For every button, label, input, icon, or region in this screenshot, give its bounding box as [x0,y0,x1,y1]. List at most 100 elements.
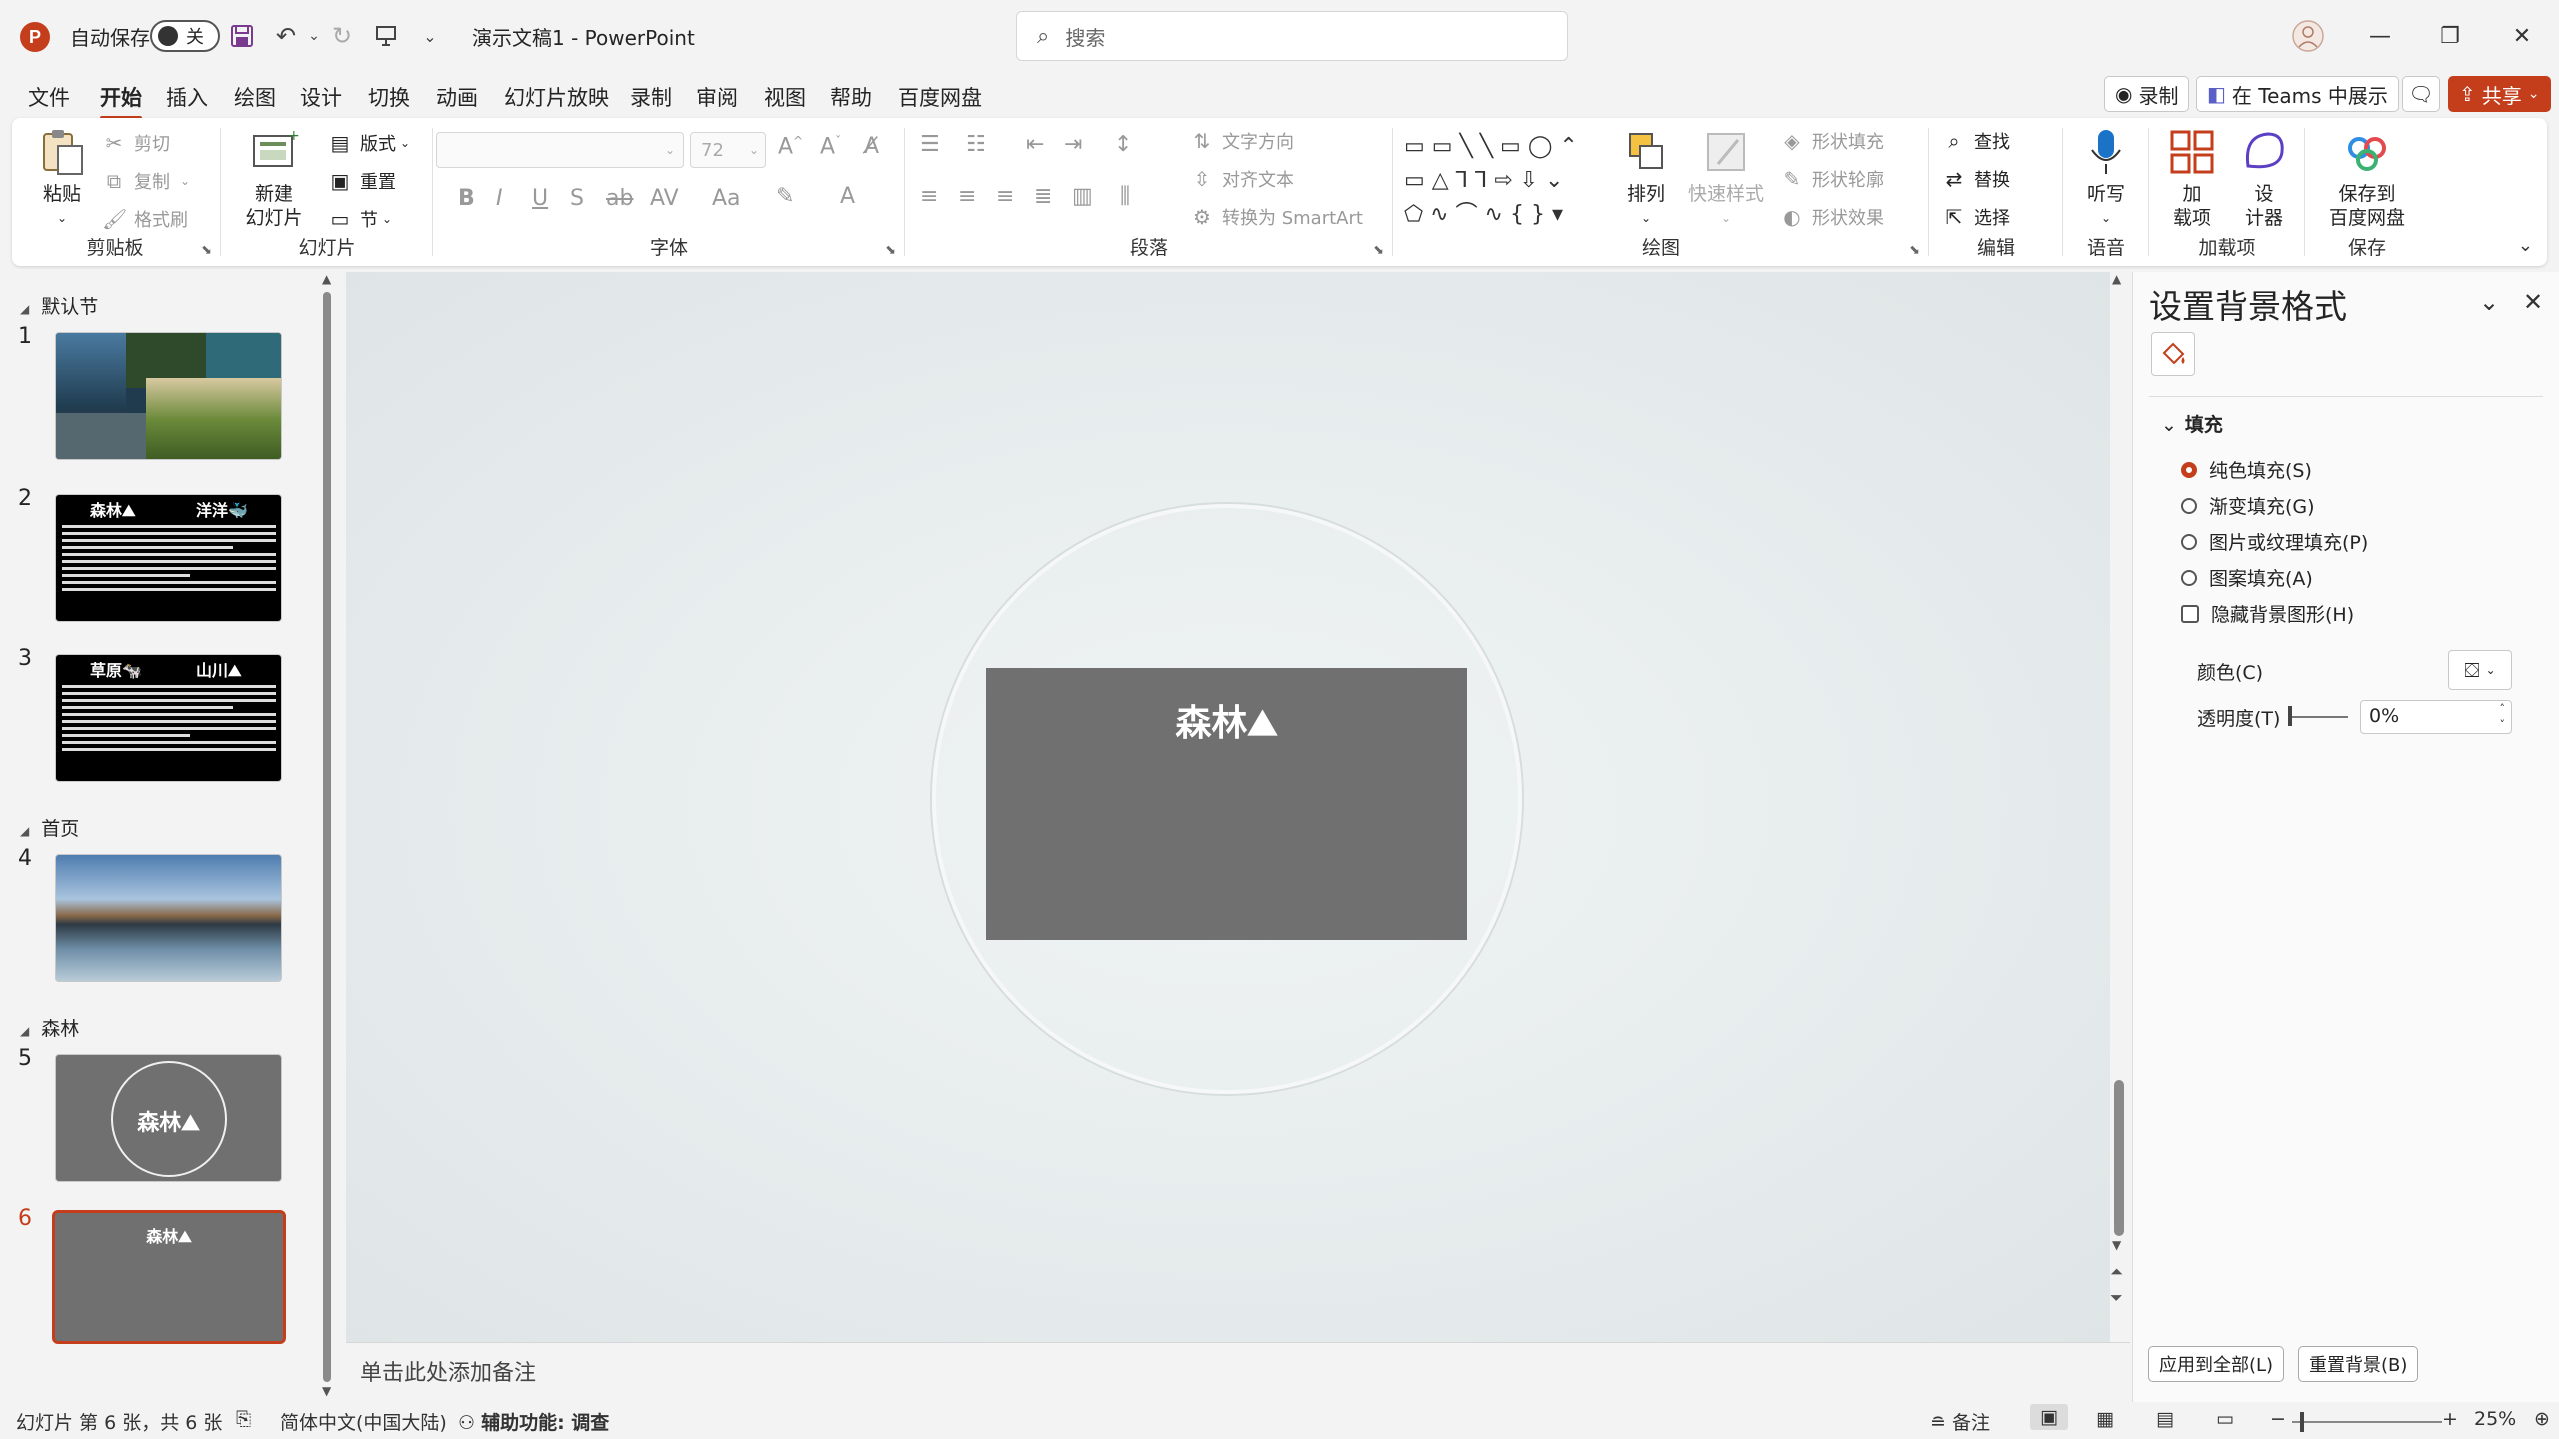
tab-design[interactable]: 设计 [296,80,346,114]
scroll-down-icon[interactable]: ▼ [2112,1238,2121,1252]
zoom-in-icon[interactable]: + [2442,1408,2458,1430]
bold-icon[interactable]: B [458,186,475,211]
align-left-icon[interactable]: ≡ [920,184,938,209]
section-button[interactable]: ▭ 节 ⌄ [328,206,393,232]
scroll-up-icon[interactable]: ▲ [2112,272,2121,286]
shape-effects-button[interactable]: ◐ 形状效果 [1780,204,1884,230]
radio[interactable] [2181,497,2197,514]
paste-button[interactable]: 粘贴 ⌄ [32,126,92,230]
slide-thumbnail-2[interactable]: 森林⛰ 洋洋🐳 [55,494,282,622]
tab-baidu-netdisk[interactable]: 百度网盘 [894,80,986,114]
smartart-button[interactable]: ⚙ 转换为 SmartArt [1190,204,1363,230]
spell-check-icon[interactable]: ⎘ [236,1408,251,1430]
slide-canvas[interactable]: 森林⛰ [346,272,2110,1342]
notes-toggle[interactable]: ≘ 备注 [1930,1408,1990,1435]
tab-help[interactable]: 帮助 [826,80,876,114]
designer-button[interactable]: 设 计器 [2232,126,2296,230]
transparency-slider-thumb[interactable] [2288,706,2292,726]
section-home[interactable]: 首页 [20,814,79,841]
editor-scrollbar[interactable] [2114,1080,2124,1236]
tab-home[interactable]: 开始 [96,80,146,120]
columns-icon[interactable]: ⫼ [1120,184,1130,209]
collapse-ribbon-icon[interactable]: ⌄ [2518,235,2533,256]
slide-thumbnail-4[interactable] [55,854,282,982]
dialog-launcher-icon[interactable]: ⬊ [885,243,896,258]
notes-area[interactable]: 单击此处添加备注 [346,1342,2130,1392]
gradient-fill-option[interactable]: 渐变填充(G) [2181,492,2315,519]
character-spacing-icon[interactable]: AV [650,186,679,211]
select-button[interactable]: ⇱ 选择 [1942,204,2010,230]
distribute-icon[interactable]: ▥ [1072,184,1093,209]
tab-file[interactable]: 文件 [24,80,74,114]
radio[interactable] [2181,533,2197,550]
shape-fill-button[interactable]: ◈ 形状填充 [1780,128,1884,154]
record-button[interactable]: ◉ 录制 [2104,76,2190,112]
close-window-icon[interactable]: ✕ [2502,18,2542,54]
slide-thumbnail-3[interactable]: 草原🐄 山川⛰ [55,654,282,782]
pattern-fill-option[interactable]: 图案填充(A) [2181,564,2313,591]
new-slide-button[interactable]: + 新建 幻灯片 [234,126,314,230]
scroll-down-icon[interactable]: ▼ [322,1384,331,1398]
dictate-button[interactable]: 听写 ⌄ [2074,126,2138,230]
slide-thumbnail-1[interactable] [55,332,282,460]
align-center-icon[interactable]: ≡ [958,184,976,209]
slide-thumbnail-5[interactable]: 森林⛰ [55,1054,282,1182]
close-pane-icon[interactable]: ✕ [2523,288,2543,316]
copy-button[interactable]: ⧉ 复制 ⌄ [102,168,190,194]
section-default[interactable]: 默认节 [20,292,98,319]
format-painter-button[interactable]: 🖌 格式刷 [102,206,188,232]
layout-button[interactable]: ▤ 版式 ⌄ [328,130,411,156]
zoom-slider-thumb[interactable] [2300,1412,2304,1432]
search-box[interactable]: ⌕ 搜索 [1016,11,1568,61]
text-direction-button[interactable]: ⇅ 文字方向 [1190,128,1294,154]
addins-button[interactable]: 加 载项 [2160,126,2224,230]
slide-thumbnail-6[interactable]: 森林⛰ [52,1210,286,1344]
zoom-level[interactable]: 25% [2474,1408,2516,1430]
previous-slide-icon[interactable]: ⏶ [2110,1262,2123,1282]
color-picker-button[interactable]: ⛋ ⌄ [2448,650,2512,690]
autosave-toggle[interactable]: 关 [150,20,220,52]
italic-icon[interactable]: I [496,186,503,211]
shadow-icon[interactable]: S [570,186,584,211]
radio[interactable] [2181,569,2197,586]
replace-button[interactable]: ⇄ 替换 [1942,166,2010,192]
user-avatar[interactable] [2290,18,2326,54]
zoom-out-icon[interactable]: − [2270,1408,2286,1430]
share-button[interactable]: ⇪ 共享 ⌄ [2448,76,2551,112]
solid-fill-option[interactable]: 纯色填充(S) [2181,456,2312,483]
customize-toolbar-icon[interactable]: ⌄ [414,20,446,52]
tab-record[interactable]: 录制 [626,80,676,114]
redo-icon[interactable]: ↻ [326,20,358,52]
reset-button[interactable]: ▣ 重置 [328,168,396,194]
slideshow-view-icon[interactable]: ▭ [2216,1408,2234,1430]
transparency-slider-track[interactable] [2290,716,2348,718]
align-right-icon[interactable]: ≡ [996,184,1014,209]
tab-review[interactable]: 审阅 [692,80,742,114]
decrease-font-icon[interactable]: Aˇ [820,134,841,159]
slide-content-rectangle[interactable]: 森林⛰ [986,668,1467,940]
maximize-icon[interactable]: ❐ [2430,18,2470,54]
accessibility-status[interactable]: ⚇ 辅助功能: 调查 [458,1408,609,1435]
save-icon[interactable] [226,20,258,52]
pane-options-chevron-icon[interactable]: ⌄ [2479,288,2499,316]
shape-outline-button[interactable]: ✎ 形状轮廓 [1780,166,1884,192]
increase-font-icon[interactable]: A^ [778,134,803,159]
quick-styles-button[interactable]: 快速样式 ⌄ [1686,126,1766,230]
highlight-icon[interactable]: ✎ [776,184,794,209]
next-slide-icon[interactable]: ⏷ [2110,1288,2123,1308]
decrease-indent-icon[interactable]: ⇤ [1026,132,1044,157]
dialog-launcher-icon[interactable]: ⬊ [201,243,212,258]
font-family-combo[interactable]: ⌄ [436,132,684,168]
strikethrough-icon[interactable]: ab [606,186,633,211]
normal-view-icon[interactable]: ▣ [2030,1404,2068,1430]
reading-view-icon[interactable]: ▤ [2156,1408,2174,1430]
tab-animations[interactable]: 动画 [432,80,482,114]
tab-slideshow[interactable]: 幻灯片放映 [500,80,613,114]
spinner-icon[interactable]: ˄ ˅ [2500,701,2506,733]
tab-view[interactable]: 视图 [760,80,810,114]
tab-draw[interactable]: 绘图 [230,80,280,114]
reset-background-button[interactable]: 重置背景(B) [2298,1346,2419,1382]
scroll-up-icon[interactable]: ▲ [322,272,331,286]
numbering-icon[interactable]: ☷ [966,132,986,157]
fill-section-header[interactable]: ⌄ 填充 [2161,410,2223,437]
